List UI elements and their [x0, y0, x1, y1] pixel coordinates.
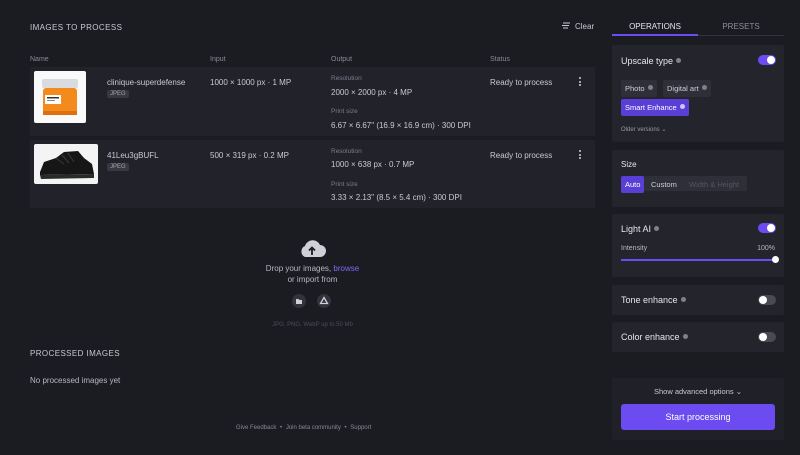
option-digital-art[interactable]: Digital art — [663, 80, 711, 97]
tab-operations[interactable]: OPERATIONS — [612, 22, 698, 31]
drop-prefix: Drop your images, — [265, 264, 334, 273]
resolution-label: Resolution — [331, 148, 362, 155]
browse-link[interactable]: browse — [333, 264, 359, 273]
format-badge: JPEG — [107, 90, 129, 98]
input-size: 500 × 319 px · 0.2 MP — [210, 151, 289, 160]
upscale-type-panel: Upscale type Photo Digital art Smart Enh… — [612, 45, 784, 142]
clear-icon — [562, 22, 571, 31]
google-drive-icon — [319, 296, 329, 305]
processed-images-title: PROCESSED IMAGES — [30, 349, 120, 358]
upscale-type-title: Upscale type — [621, 56, 682, 66]
tone-enhance-title: Tone enhance — [621, 295, 686, 305]
footer-separator: • — [344, 425, 347, 431]
size-title: Size — [621, 160, 637, 169]
advanced-options-toggle[interactable]: Show advanced options ⌄ — [612, 387, 784, 396]
info-icon — [701, 85, 707, 90]
resolution-label: Resolution — [331, 75, 362, 82]
color-enhance-panel: Color enhance — [612, 322, 784, 352]
size-width-height: Width & Height — [689, 180, 740, 189]
processed-empty-text: No processed images yet — [30, 376, 121, 385]
intensity-track[interactable] — [621, 259, 775, 261]
tab-presets[interactable]: PRESETS — [698, 22, 784, 31]
column-output: Output — [331, 56, 353, 63]
output-resolution: 1000 × 638 px · 0.7 MP — [331, 160, 415, 169]
import-text: or import from — [287, 275, 338, 284]
light-ai-title: Light AI — [621, 224, 660, 234]
size-auto[interactable]: Auto — [621, 176, 645, 193]
table-row[interactable]: 41Leu3gBUFL JPEG 500 × 319 px · 0.2 MP R… — [30, 140, 595, 208]
light-ai-panel: Light AI Intensity 100% — [612, 214, 784, 277]
info-icon[interactable] — [682, 334, 688, 339]
print-size-label: Print size — [331, 181, 358, 188]
input-size: 1000 × 1000 px · 1 MP — [210, 78, 292, 87]
clear-button[interactable]: Clear — [562, 22, 594, 31]
drop-text: Drop your images, browse — [30, 264, 595, 273]
file-name: 41Leu3gBUFL — [107, 151, 159, 160]
google-drive-import-button[interactable] — [317, 294, 331, 308]
intensity-label: Intensity — [621, 245, 648, 252]
table-row[interactable]: clinique-superdefense JPEG 1000 × 1000 p… — [30, 67, 595, 136]
print-size: 3.33 × 2.13" (8.5 × 5.4 cm) · 300 DPI — [331, 193, 462, 202]
column-status: Status — [490, 56, 510, 63]
info-icon — [647, 85, 653, 90]
upload-cloud-icon — [298, 239, 326, 264]
upscale-toggle[interactable] — [758, 55, 776, 65]
older-versions-link[interactable]: Older versions ⌄ — [621, 126, 666, 133]
images-to-process-title: IMAGES TO PROCESS — [30, 23, 123, 32]
column-input: Input — [210, 56, 226, 63]
size-custom[interactable]: Custom — [647, 176, 681, 193]
output-resolution: 2000 × 2000 px · 4 MP — [331, 88, 413, 97]
info-icon[interactable] — [676, 58, 682, 63]
chevron-down-icon: ⌄ — [735, 387, 743, 396]
print-size-label: Print size — [331, 108, 358, 115]
status-text: Ready to process — [490, 78, 553, 87]
light-ai-toggle[interactable] — [758, 223, 776, 233]
print-size: 6.67 × 6.67" (16.9 × 16.9 cm) · 300 DPI — [331, 121, 471, 130]
column-name: Name — [30, 56, 49, 63]
clear-label: Clear — [575, 22, 595, 31]
tone-enhance-panel: Tone enhance — [612, 285, 784, 315]
tab-active-indicator — [612, 34, 698, 36]
intensity-fill — [621, 259, 775, 261]
give-feedback-link[interactable]: Give Feedback — [236, 425, 276, 431]
tone-enhance-toggle[interactable] — [758, 295, 776, 305]
footer-separator: • — [280, 425, 283, 431]
format-badge: JPEG — [107, 163, 129, 171]
start-processing-button[interactable]: Start processing — [621, 404, 775, 430]
folder-icon — [296, 299, 302, 304]
option-smart-enhance[interactable]: Smart Enhance — [621, 99, 689, 116]
chevron-down-icon: ⌄ — [661, 127, 667, 133]
drop-zone[interactable]: Drop your images, browse or import from … — [30, 212, 595, 335]
color-enhance-title: Color enhance — [621, 332, 688, 342]
option-photo[interactable]: Photo — [621, 80, 657, 97]
support-link[interactable]: Support — [350, 425, 371, 431]
intensity-value: 100% — [757, 245, 775, 252]
color-enhance-toggle[interactable] — [758, 332, 776, 342]
status-text: Ready to process — [490, 151, 553, 160]
info-icon[interactable] — [654, 226, 660, 231]
info-icon[interactable] — [680, 297, 686, 302]
file-name: clinique-superdefense — [107, 78, 186, 87]
intensity-slider-handle[interactable] — [771, 256, 779, 263]
folder-import-button[interactable] — [292, 294, 306, 308]
info-icon — [679, 104, 685, 109]
product-thumbnail — [34, 71, 86, 123]
more-options-icon[interactable] — [579, 77, 582, 88]
footer-links: Give Feedback • Join beta community • Su… — [236, 425, 371, 431]
formats-hint: JPG, PNG, WebP up to 50 Mb — [272, 322, 353, 328]
product-thumbnail — [34, 144, 98, 184]
more-options-icon[interactable] — [579, 150, 582, 161]
size-panel: Size Auto Custom Width & Height — [612, 150, 784, 207]
join-community-link[interactable]: Join beta community — [286, 425, 341, 431]
